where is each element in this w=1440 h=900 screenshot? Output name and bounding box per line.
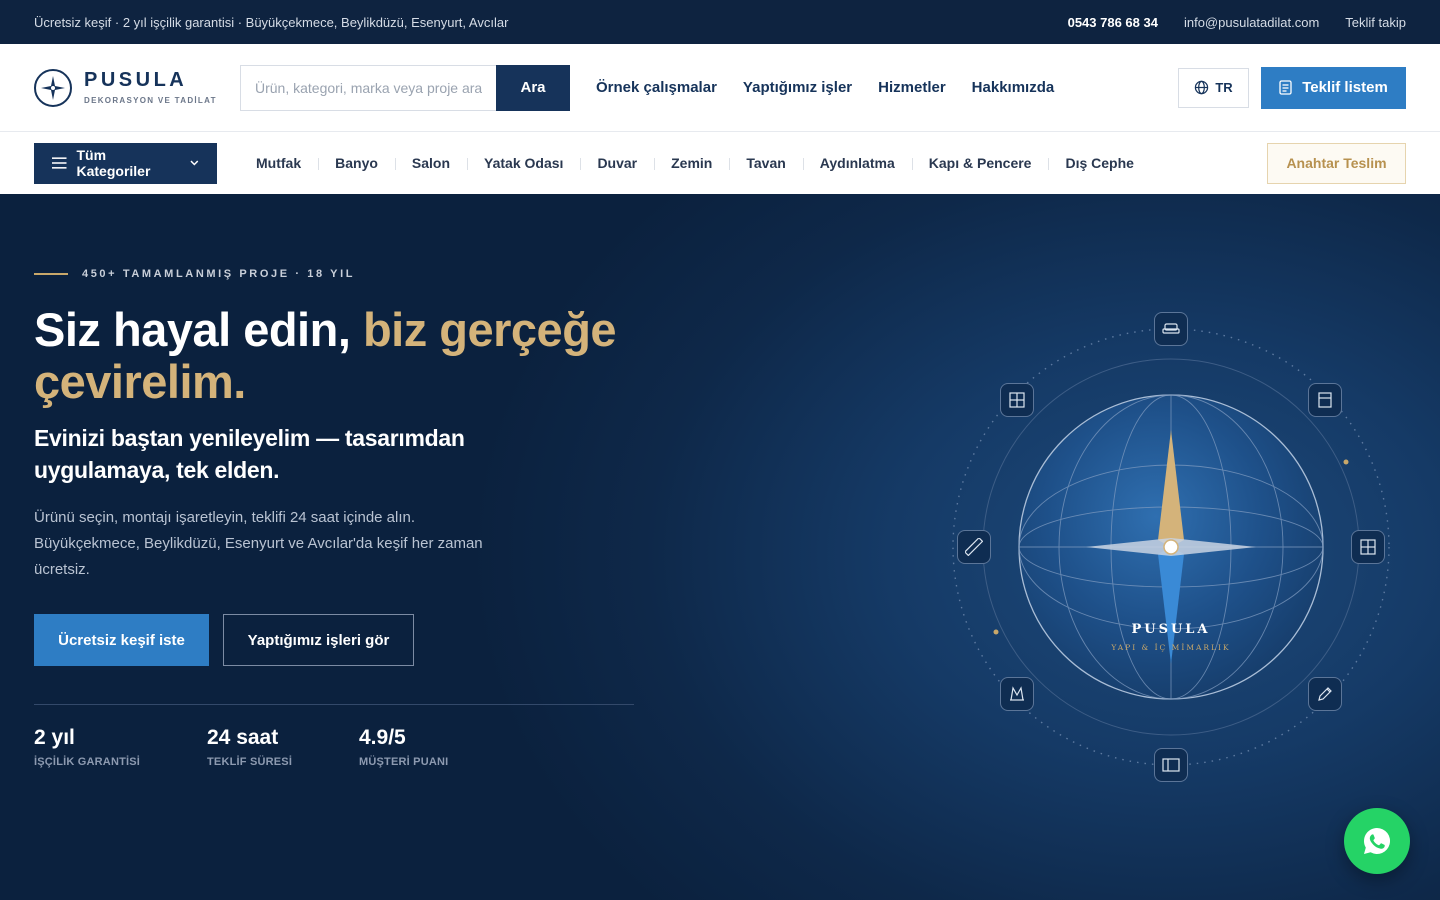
all-categories-button[interactable]: Tüm Kategoriler [34, 142, 217, 184]
document-icon [1279, 80, 1292, 95]
stat-label: TEKLİF SÜRESİ [207, 756, 293, 768]
stat-label: İŞÇİLİK GARANTİSİ [34, 756, 141, 768]
pencil-icon[interactable] [1308, 677, 1342, 711]
category-wall[interactable]: Duvar [580, 155, 654, 171]
main-nav: Örnek çalışmalar Yaptığımız işler Hizmet… [596, 79, 1054, 96]
category-facade[interactable]: Dış Cephe [1048, 155, 1150, 171]
window-icon[interactable] [1000, 383, 1034, 417]
main-header: PUSULA DEKORASYON VE TADİLAT Ara Örnek ç… [0, 44, 1440, 132]
nav-examples[interactable]: Örnek çalışmalar [596, 79, 717, 96]
door-icon[interactable] [1308, 383, 1342, 417]
whatsapp-button[interactable] [1344, 808, 1410, 874]
nav-works[interactable]: Yaptığımız işler [743, 79, 852, 96]
stat-warranty: 2 yıl İŞÇİLİK GARANTİSİ [34, 726, 207, 768]
turnkey-button[interactable]: Anahtar Teslim [1267, 142, 1406, 184]
top-info-text: Ücretsiz keşif · 2 yıl işçilik garantisi… [34, 14, 509, 30]
quote-list-button[interactable]: Teklif listem [1261, 66, 1406, 109]
menu-icon [52, 157, 67, 169]
language-label: TR [1215, 80, 1233, 95]
stat-value: 4.9/5 [359, 726, 406, 749]
logo-text: PUSULA DEKORASYON VE TADİLAT [84, 70, 217, 105]
hero-title: Siz hayal edin, biz gerçeğe çevirelim. [34, 304, 654, 408]
hero-description: Ürünü seçin, montajı işaretleyin, teklif… [34, 509, 483, 578]
category-ceiling[interactable]: Tavan [729, 155, 802, 171]
category-floor[interactable]: Zemin [654, 155, 729, 171]
hero-divider [34, 704, 634, 705]
whatsapp-icon [1364, 828, 1391, 854]
free-survey-button[interactable]: Ücretsiz keşif iste [34, 614, 209, 666]
stat-value: 24 saat [207, 726, 279, 749]
category-bedroom[interactable]: Yatak Odası [467, 155, 580, 171]
globe-title: PUSULA [1131, 622, 1211, 637]
hero-title-white: Siz hayal edin, [34, 303, 351, 356]
header-actions: TR Teklif listem [1178, 66, 1406, 109]
category-lighting[interactable]: Aydınlatma [802, 155, 912, 171]
tiles-icon[interactable] [1351, 530, 1385, 564]
logo-name: PUSULA [84, 69, 188, 91]
cabinet-icon[interactable] [1154, 748, 1188, 782]
hero-subtitle: Evinizi baştan yenileyelim — tasarımdan … [34, 425, 465, 483]
category-links: Mutfak Banyo Salon Yatak Odası Duvar Zem… [239, 155, 1151, 171]
quote-track-link[interactable]: Teklif takip [1345, 15, 1406, 30]
top-contact-group: 0543 786 68 34 info@pusulatadilat.com Te… [1068, 15, 1406, 30]
lamp-icon[interactable] [1000, 677, 1034, 711]
email-link[interactable]: info@pusulatadilat.com [1184, 15, 1319, 30]
nav-about[interactable]: Hakkımızda [972, 79, 1055, 96]
category-bathroom[interactable]: Banyo [318, 155, 395, 171]
search-button[interactable]: Ara [496, 64, 570, 111]
logo[interactable]: PUSULA DEKORASYON VE TADİLAT [34, 68, 240, 107]
hero-eyebrow: 450+ TAMAMLANMIŞ PROJE · 18 YIL [34, 268, 355, 280]
category-kitchen[interactable]: Mutfak [239, 155, 318, 171]
category-door-window[interactable]: Kapı & Pencere [911, 155, 1049, 171]
category-bar: Tüm Kategoriler Mutfak Banyo Salon Yatak… [0, 132, 1440, 194]
sofa-icon[interactable] [1154, 312, 1188, 346]
search-input[interactable] [240, 64, 496, 111]
stat-value: 2 yıl [34, 726, 75, 749]
stat-label: MÜŞTERİ PUANI [359, 756, 449, 768]
stat-quote-time: 24 saat TEKLİF SÜRESİ [207, 726, 359, 768]
stat-rating: 4.9/5 MÜŞTERİ PUANI [359, 726, 448, 768]
view-works-button[interactable]: Yaptığımız işleri gör [223, 614, 414, 666]
ruler-icon[interactable] [957, 530, 991, 564]
eyebrow-line [34, 273, 68, 275]
phone-link[interactable]: 0543 786 68 34 [1068, 15, 1158, 30]
compass-logo-icon [34, 68, 72, 107]
nav-services[interactable]: Hizmetler [878, 79, 946, 96]
chevron-down-icon [190, 160, 199, 166]
language-button[interactable]: TR [1178, 67, 1249, 108]
logo-subtitle: DEKORASYON VE TADİLAT [84, 96, 217, 105]
search-bar: Ara [240, 64, 570, 111]
compass-globe-illustration [952, 328, 1390, 766]
eyebrow-text: 450+ TAMAMLANMIŞ PROJE · 18 YIL [82, 268, 356, 280]
globe-subtitle: YAPI & İÇ MİMARLIK [1111, 643, 1231, 652]
all-categories-label: Tüm Kategoriler [76, 147, 151, 179]
category-living-room[interactable]: Salon [394, 155, 467, 171]
hero-section: 450+ TAMAMLANMIŞ PROJE · 18 YIL Siz haya… [0, 194, 1440, 900]
hero-stats: 2 yıl İŞÇİLİK GARANTİSİ 24 saat TEKLİF S… [34, 726, 448, 768]
globe-icon [1195, 80, 1209, 95]
top-info-bar: Ücretsiz keşif · 2 yıl işçilik garantisi… [0, 0, 1440, 44]
quote-list-label: Teklif listem [1302, 79, 1388, 96]
